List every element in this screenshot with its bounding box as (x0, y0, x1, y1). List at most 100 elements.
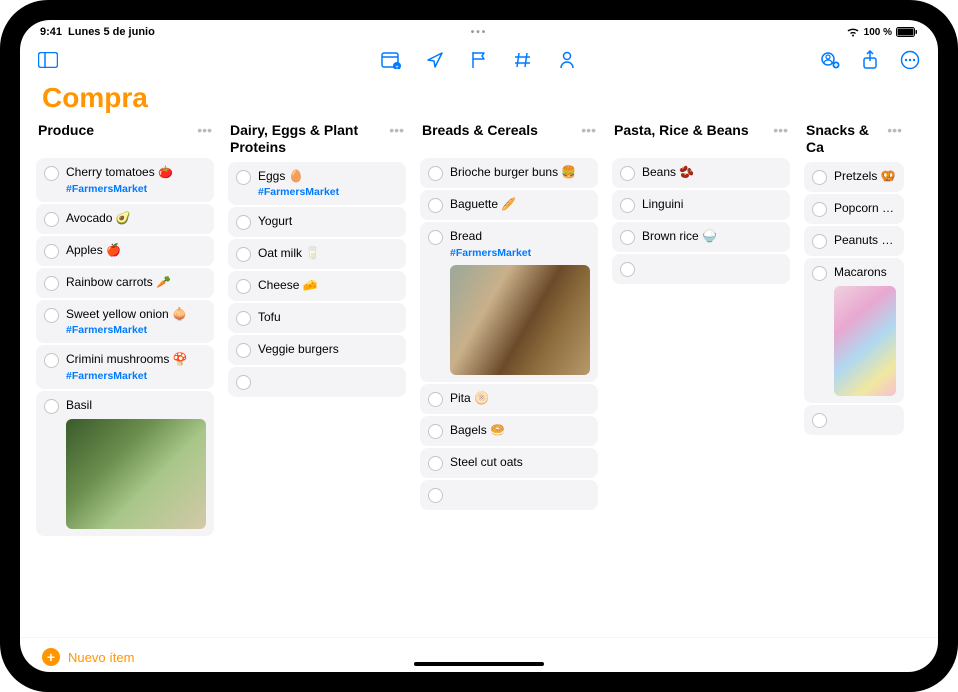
checkbox-circle[interactable] (236, 375, 251, 390)
checkbox-circle[interactable] (44, 276, 59, 291)
list-item[interactable]: Steel cut oats (420, 448, 598, 478)
checkbox-circle[interactable] (236, 215, 251, 230)
checkbox-circle[interactable] (44, 244, 59, 259)
list-item[interactable]: Crimini mushrooms 🍄#FarmersMarket (36, 345, 214, 389)
checkbox-circle[interactable] (428, 424, 443, 439)
list-item-empty[interactable] (228, 367, 406, 397)
list-item[interactable]: Tofu (228, 303, 406, 333)
column-title: Dairy, Eggs & Plant Proteins (230, 122, 385, 156)
checkbox-circle[interactable] (620, 230, 635, 245)
new-item-label: Nuevo ítem (68, 650, 134, 665)
multitask-dots[interactable]: ••• (471, 27, 488, 38)
status-time: 9:41 (40, 26, 62, 38)
item-image[interactable] (450, 265, 590, 375)
list-item[interactable]: Veggie burgers (228, 335, 406, 365)
home-indicator[interactable] (414, 662, 544, 666)
list-item[interactable]: Cherry tomatoes 🍅#FarmersMarket (36, 158, 214, 202)
list-item[interactable]: Beans 🫘 (612, 158, 790, 188)
list-item[interactable]: Apples 🍎 (36, 236, 214, 266)
checkbox-circle[interactable] (236, 170, 251, 185)
sidebar-toggle-icon[interactable] (38, 50, 58, 70)
checkbox-circle[interactable] (428, 392, 443, 407)
person-icon[interactable] (557, 50, 577, 70)
checkbox-circle[interactable] (812, 202, 827, 217)
checkbox-circle[interactable] (44, 399, 59, 414)
checkbox-circle[interactable] (812, 234, 827, 249)
list-item[interactable]: Avocado 🥑 (36, 204, 214, 234)
screen: 9:41 Lunes 5 de junio ••• 100 % (20, 20, 938, 672)
item-body: Linguini (642, 197, 782, 213)
list-item[interactable]: Brown rice 🍚 (612, 222, 790, 252)
checkbox-circle[interactable] (428, 166, 443, 181)
columns-scroll[interactable]: Produce•••Cherry tomatoes 🍅#FarmersMarke… (20, 122, 938, 637)
checkbox-circle[interactable] (236, 279, 251, 294)
list-item-empty[interactable] (612, 254, 790, 284)
item-tag[interactable]: #FarmersMarket (450, 247, 590, 259)
flag-icon[interactable] (469, 50, 489, 70)
checkbox-circle[interactable] (620, 198, 635, 213)
list-item[interactable]: Yogurt (228, 207, 406, 237)
list-item[interactable]: Bagels 🥯 (420, 416, 598, 446)
checkbox-circle[interactable] (812, 170, 827, 185)
list-item[interactable]: Pita 🫓 (420, 384, 598, 414)
checkbox-circle[interactable] (428, 456, 443, 471)
item-label: Avocado 🥑 (66, 211, 206, 227)
checkbox-circle[interactable] (44, 353, 59, 368)
item-image[interactable] (834, 286, 896, 396)
list-item-empty[interactable] (804, 405, 904, 435)
list-item[interactable]: Linguini (612, 190, 790, 220)
column-more-icon[interactable]: ••• (389, 122, 404, 138)
checkbox-circle[interactable] (236, 311, 251, 326)
hashtag-icon[interactable] (513, 50, 533, 70)
list-item[interactable]: Rainbow carrots 🥕 (36, 268, 214, 298)
column-header: Dairy, Eggs & Plant Proteins ••• (228, 122, 406, 162)
checkbox-circle[interactable] (44, 212, 59, 227)
checkbox-circle[interactable] (44, 308, 59, 323)
item-tag[interactable]: #FarmersMarket (66, 370, 206, 382)
column-items: Brioche burger buns 🍔Baguette 🥖Bread#Far… (420, 158, 598, 510)
checkbox-circle[interactable] (236, 343, 251, 358)
column-more-icon[interactable]: ••• (773, 122, 788, 138)
column-more-icon[interactable]: ••• (887, 122, 902, 138)
checkbox-circle[interactable] (44, 166, 59, 181)
column-items: Cherry tomatoes 🍅#FarmersMarket Avocado 🥑… (36, 158, 214, 536)
checkbox-circle[interactable] (428, 230, 443, 245)
list-item[interactable]: Brioche burger buns 🍔 (420, 158, 598, 188)
list-item[interactable]: Bread#FarmersMarket (420, 222, 598, 382)
item-body: Avocado 🥑 (66, 211, 206, 227)
checkbox-circle[interactable] (620, 262, 635, 277)
item-tag[interactable]: #FarmersMarket (258, 186, 398, 198)
checkbox-circle[interactable] (428, 488, 443, 503)
item-label: Oat milk 🥛 (258, 246, 398, 262)
list-item[interactable]: Peanuts 🥜 (804, 226, 904, 256)
column-more-icon[interactable]: ••• (197, 122, 212, 138)
list-item[interactable]: Popcorn 🍿 (804, 194, 904, 224)
list-item[interactable]: Cheese 🧀 (228, 271, 406, 301)
checkbox-circle[interactable] (620, 166, 635, 181)
list-item[interactable]: Eggs 🥚#FarmersMarket (228, 162, 406, 206)
list-item[interactable]: Basil (36, 391, 214, 537)
item-label: Bagels 🥯 (450, 423, 590, 439)
list-item[interactable]: Oat milk 🥛 (228, 239, 406, 269)
share-icon[interactable] (860, 50, 880, 70)
checkbox-circle[interactable] (812, 266, 827, 281)
location-icon[interactable] (425, 50, 445, 70)
item-label: Linguini (642, 197, 782, 213)
list-item[interactable]: Pretzels 🥨 (804, 162, 904, 192)
item-tag[interactable]: #FarmersMarket (66, 183, 206, 195)
more-icon[interactable] (900, 50, 920, 70)
list-item[interactable]: Sweet yellow onion 🧅#FarmersMarket (36, 300, 214, 344)
list-item[interactable]: Baguette 🥖 (420, 190, 598, 220)
checkbox-circle[interactable] (428, 198, 443, 213)
list-title: Compra (20, 80, 938, 122)
list-item-empty[interactable] (420, 480, 598, 510)
item-tag[interactable]: #FarmersMarket (66, 324, 206, 336)
collaborate-icon[interactable] (820, 50, 840, 70)
list-item[interactable]: Macarons (804, 258, 904, 404)
checkbox-circle[interactable] (236, 247, 251, 262)
item-image[interactable] (66, 419, 206, 529)
checkbox-circle[interactable] (812, 413, 827, 428)
calendar-icon[interactable]: + (381, 50, 401, 70)
column-more-icon[interactable]: ••• (581, 122, 596, 138)
item-body: Steel cut oats (450, 455, 590, 471)
